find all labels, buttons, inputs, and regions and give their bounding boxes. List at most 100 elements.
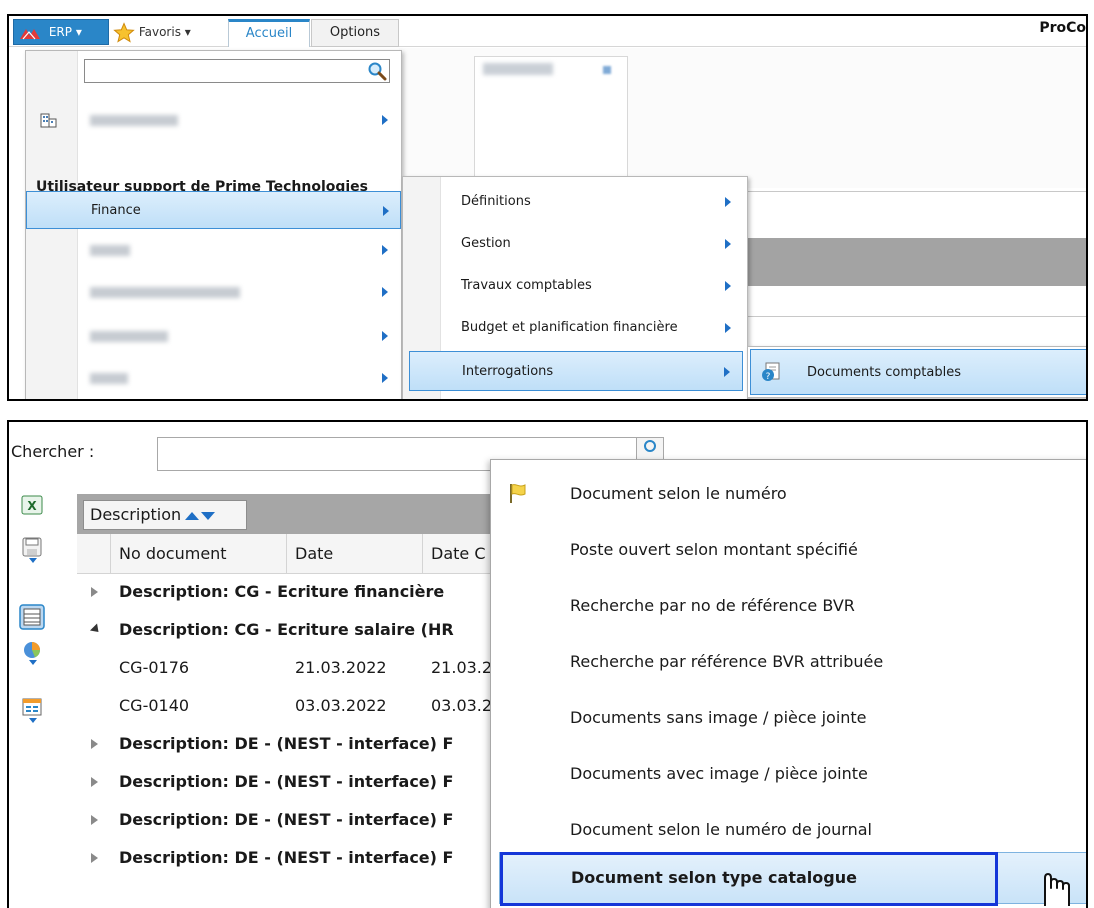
- finance-submenu: Définitions Gestion Travaux comptables B…: [402, 176, 748, 399]
- chevron-right-icon: [382, 331, 388, 341]
- group-chip-description[interactable]: Description: [83, 500, 247, 530]
- menu-item-blurred[interactable]: [26, 101, 401, 139]
- save-icon[interactable]: [21, 536, 43, 558]
- menu-item-label: Travaux comptables: [461, 278, 592, 293]
- menu-item-travaux-comptables[interactable]: Travaux comptables: [403, 266, 747, 306]
- erp-logo-icon: [20, 28, 40, 39]
- menu-item-poste-ouvert[interactable]: Poste ouvert selon montant spécifié: [491, 522, 1086, 578]
- chevron-right-icon: [725, 281, 731, 291]
- favoris-label: Favoris: [138, 25, 181, 39]
- chevron-right-icon: [725, 323, 731, 333]
- menu-item-definitions[interactable]: Définitions: [403, 182, 747, 222]
- chevron-right-icon: [382, 245, 388, 255]
- tab-accueil[interactable]: Accueil: [228, 19, 310, 47]
- menu-item-label: Finance: [91, 203, 141, 218]
- svg-text:X: X: [27, 499, 37, 513]
- chevron-right-icon: [382, 373, 388, 383]
- expand-icon[interactable]: [91, 777, 98, 787]
- chart-icon[interactable]: [21, 638, 43, 660]
- interrogations-submenu: ? Documents comptables: [747, 346, 1086, 398]
- menu-item-sans-image[interactable]: Documents sans image / pièce jointe: [491, 690, 1086, 746]
- erp-label: ERP: [48, 25, 72, 39]
- menu-item-label: Documents sans image / pièce jointe: [570, 708, 867, 727]
- expand-icon[interactable]: [91, 587, 98, 597]
- menu-item-recherche-bvr[interactable]: Recherche par no de référence BVR: [491, 578, 1086, 634]
- menu-item-recherche-bvr-attribuee[interactable]: Recherche par référence BVR attribuée: [491, 634, 1086, 690]
- blurred-text: [90, 245, 130, 256]
- sort-ascending-icon[interactable]: [185, 511, 200, 520]
- menu-item-document-numero[interactable]: Document selon le numéro: [491, 466, 1086, 522]
- chevron-right-icon: [382, 115, 388, 125]
- group-chip-label: Description: [90, 505, 182, 524]
- expand-icon[interactable]: [91, 739, 98, 749]
- building-icon: [40, 113, 57, 128]
- menu-item-label: Document selon type catalogue: [571, 868, 857, 887]
- menu-item-blurred[interactable]: [26, 273, 401, 311]
- chevron-down-icon: [29, 558, 37, 563]
- app-title: ProCo: [1039, 20, 1086, 36]
- favoris-button[interactable]: Favoris ▾: [113, 19, 223, 45]
- cell-no-document: CG-0176: [119, 658, 190, 677]
- group-label: Description: DE - (NEST - interface) F: [119, 772, 454, 791]
- menu-item-numero-journal[interactable]: Document selon le numéro de journal: [491, 802, 1086, 858]
- search-label: Chercher :: [11, 442, 95, 461]
- erp-main-menu: Utilisateur support de Prime Technologie…: [25, 50, 402, 399]
- menu-item-finance[interactable]: Finance: [26, 191, 401, 229]
- menu-item-label: Documents comptables: [807, 365, 961, 380]
- list-view-icon[interactable]: [19, 604, 45, 630]
- divider: [747, 316, 1086, 317]
- menu-item-label: Gestion: [461, 236, 511, 251]
- layout-icon[interactable]: [21, 696, 43, 718]
- menu-item-interrogations[interactable]: Interrogations: [409, 351, 743, 391]
- cell-date: 03.03.2022: [295, 696, 387, 715]
- column-header-no-document[interactable]: No document: [111, 534, 287, 574]
- document-query-menu: Document selon le numéro Poste ouvert se…: [490, 459, 1086, 908]
- chevron-down-icon: [29, 718, 37, 723]
- column-header-date[interactable]: Date: [287, 534, 423, 574]
- chevron-down-icon: ▾: [75, 25, 82, 39]
- blurred-text: [90, 331, 168, 342]
- blurred-text: [90, 287, 240, 298]
- sort-descending-icon[interactable]: [201, 511, 216, 520]
- menu-item-blurred[interactable]: [26, 359, 401, 397]
- group-label: Description: CG - Ecriture financière: [119, 582, 445, 601]
- menu-item-blurred[interactable]: [26, 231, 401, 269]
- group-label: Description: DE - (NEST - interface) F: [119, 848, 454, 867]
- divider: [747, 191, 1086, 192]
- expand-icon[interactable]: [91, 853, 98, 863]
- menu-item-label: Définitions: [461, 194, 531, 209]
- menu-item-label: Interrogations: [462, 364, 554, 379]
- menu-item-avec-image[interactable]: Documents avec image / pièce jointe: [491, 746, 1086, 802]
- expand-icon[interactable]: [91, 815, 98, 825]
- blurred-text: [483, 63, 553, 75]
- cell-date-c: 03.03.2: [431, 696, 493, 715]
- chevron-right-icon: [725, 239, 731, 249]
- star-icon: [113, 21, 135, 43]
- menu-item-budget[interactable]: Budget et planification financière: [403, 308, 747, 348]
- erp-menu-panel: ERP ▾ Favoris ▾ Accueil Options ProCo Ut…: [7, 14, 1088, 401]
- menu-item-label: Recherche par no de référence BVR: [570, 596, 855, 615]
- blurred-text: [90, 373, 128, 384]
- menu-item-documents-comptables[interactable]: ? Documents comptables: [750, 349, 1086, 395]
- chart-dropdown[interactable]: [21, 660, 43, 670]
- erp-menu-button[interactable]: ERP ▾: [13, 19, 109, 45]
- cell-date-c: 21.03.2: [431, 658, 493, 677]
- layout-dropdown[interactable]: [21, 718, 43, 728]
- menu-item-blurred[interactable]: [26, 317, 401, 355]
- chevron-right-icon: [724, 367, 730, 377]
- menu-item-label: Document selon le numéro: [570, 484, 787, 503]
- collapse-icon[interactable]: [89, 623, 103, 636]
- search-icon: [368, 62, 387, 81]
- document-grid-panel: Chercher : X Description No document Dat…: [7, 420, 1088, 908]
- excel-export-icon[interactable]: X: [21, 494, 43, 516]
- group-label: Description: DE - (NEST - interface) F: [119, 810, 454, 829]
- menu-item-label: Poste ouvert selon montant spécifié: [570, 540, 858, 559]
- tab-options[interactable]: Options: [311, 19, 399, 47]
- save-dropdown[interactable]: [21, 558, 43, 568]
- menu-item-gestion[interactable]: Gestion: [403, 224, 747, 264]
- menu-item-label: Recherche par référence BVR attribuée: [570, 652, 884, 671]
- menu-item-type-catalogue[interactable]: Document selon type catalogue: [499, 852, 1086, 906]
- blurred-text: [90, 115, 178, 126]
- menu-search-input[interactable]: [84, 59, 390, 83]
- chevron-right-icon: [383, 206, 389, 216]
